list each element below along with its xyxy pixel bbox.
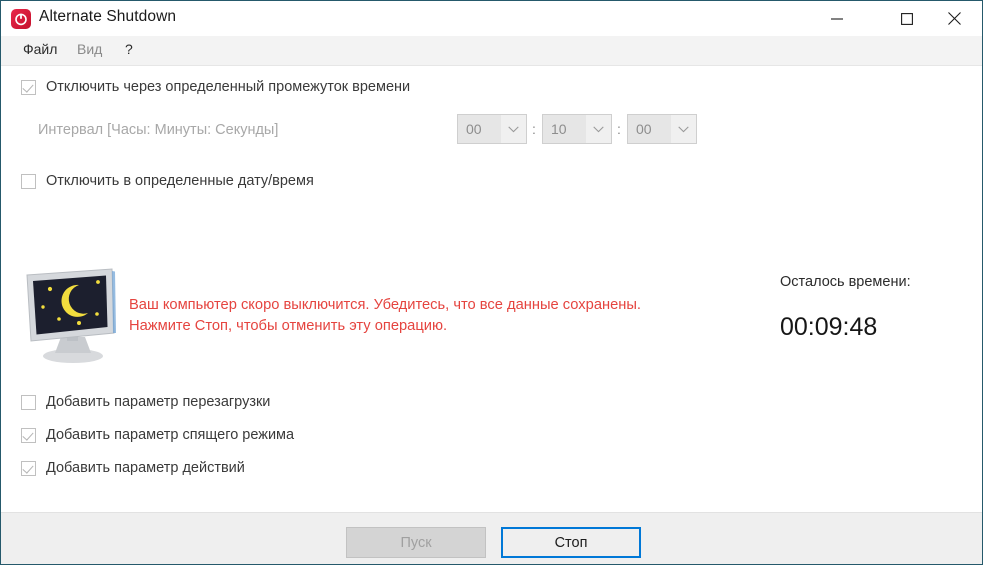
- menu-item-file[interactable]: Файл: [21, 41, 59, 57]
- checkbox-box[interactable]: [21, 460, 36, 476]
- checkbox-label: Добавить параметр перезагрузки: [46, 394, 271, 410]
- menu-bar: Файл Вид ?: [1, 36, 982, 66]
- warning-line-2: Нажмите Стоп, чтобы отменить эту операци…: [129, 318, 448, 334]
- warning-line-1: Ваш компьютер скоро выключится. Убедитес…: [129, 297, 642, 313]
- footer-bar: Пуск Стоп: [1, 512, 982, 564]
- interval-minutes-select[interactable]: 10: [542, 114, 612, 144]
- interval-seconds-select[interactable]: 00: [627, 114, 697, 144]
- interval-separator-2: :: [617, 121, 621, 137]
- checkbox-label: Добавить параметр действий: [46, 460, 245, 476]
- checkbox-label: Отключить через определенный промежуток …: [46, 79, 411, 95]
- checkbox-label: Отключить в определенные дату/время: [46, 173, 314, 189]
- checkbox-add-restart-option[interactable]: Добавить параметр перезагрузки: [21, 394, 270, 410]
- app-window: Alternate Shutdown Файл Вид ? Отключить …: [0, 0, 983, 565]
- content-area: Отключить через определенный промежуток …: [1, 67, 982, 512]
- checkbox-box[interactable]: [21, 394, 36, 410]
- menu-item-view[interactable]: Вид: [75, 41, 104, 57]
- interval-minutes-value: 10: [543, 115, 586, 143]
- checkbox-add-action-option[interactable]: Добавить параметр действий: [21, 460, 245, 476]
- power-icon: [11, 9, 31, 29]
- interval-hours-value: 00: [458, 115, 501, 143]
- chevron-down-icon[interactable]: [671, 115, 696, 143]
- start-button[interactable]: Пуск: [346, 527, 486, 558]
- close-icon[interactable]: [931, 1, 977, 36]
- maximize-icon[interactable]: [884, 1, 930, 36]
- chevron-down-icon[interactable]: [501, 115, 526, 143]
- checkbox-label: Добавить параметр спящего режима: [46, 427, 295, 443]
- interval-seconds-value: 00: [628, 115, 671, 143]
- interval-label: Интервал [Часы: Минуты: Секунды]: [38, 122, 279, 138]
- sleeping-monitor-icon: [19, 265, 124, 365]
- warning-message: Ваш компьютер скоро выключится. Убедитес…: [129, 295, 641, 337]
- checkbox-shutdown-at-datetime[interactable]: Отключить в определенные дату/время: [21, 173, 314, 189]
- menu-item-help[interactable]: ?: [123, 41, 135, 57]
- checkbox-box[interactable]: [21, 79, 36, 95]
- checkbox-box[interactable]: [21, 173, 36, 189]
- remaining-time-value: 00:09:48: [780, 313, 878, 341]
- title-bar: Alternate Shutdown: [1, 1, 982, 36]
- interval-separator-1: :: [532, 121, 536, 137]
- chevron-down-icon[interactable]: [586, 115, 611, 143]
- checkbox-box[interactable]: [21, 427, 36, 443]
- minimize-icon[interactable]: [814, 1, 860, 36]
- stop-button[interactable]: Стоп: [501, 527, 641, 558]
- window-title: Alternate Shutdown: [39, 8, 177, 25]
- interval-hours-select[interactable]: 00: [457, 114, 527, 144]
- checkbox-add-sleep-option[interactable]: Добавить параметр спящего режима: [21, 427, 294, 443]
- remaining-time-label: Осталось времени:: [780, 274, 911, 290]
- checkbox-shutdown-after-interval[interactable]: Отключить через определенный промежуток …: [21, 79, 410, 95]
